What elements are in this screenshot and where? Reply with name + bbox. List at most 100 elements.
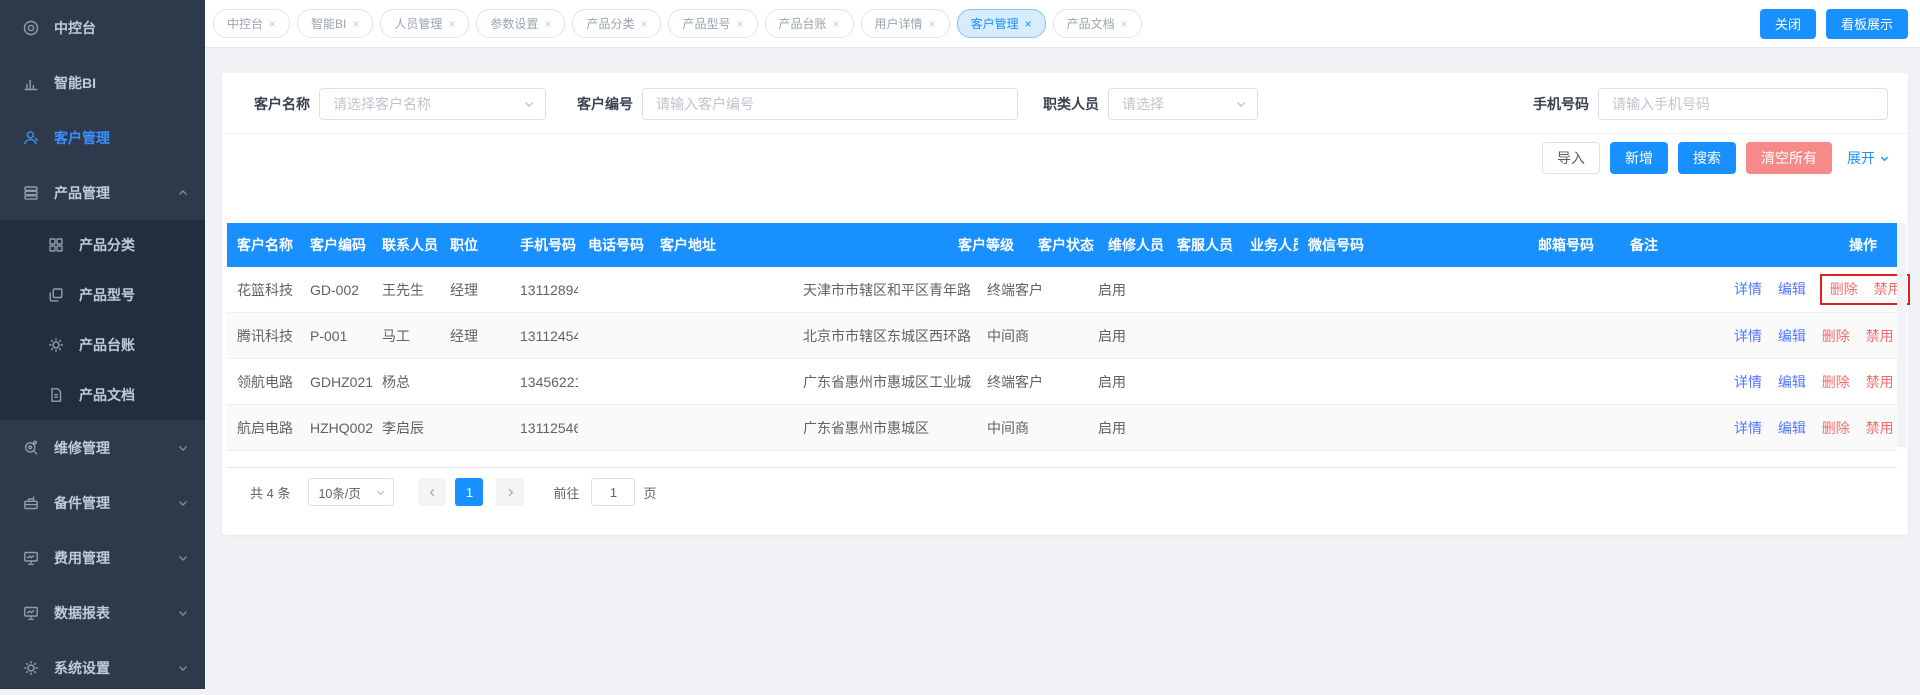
actions-cell: 详情 编辑 删除 禁用: [1712, 267, 1897, 313]
presentation-board-icon: [21, 603, 41, 623]
col-header: 备注: [1620, 223, 1712, 267]
table-cell: [1298, 267, 1528, 313]
horizontal-scrollbar[interactable]: [227, 451, 1897, 468]
close-icon[interactable]: ×: [929, 18, 936, 30]
edit-link[interactable]: 编辑: [1778, 328, 1806, 344]
close-icon[interactable]: ×: [1025, 18, 1032, 30]
close-icon[interactable]: ×: [640, 18, 647, 30]
tab-product-ledger[interactable]: 产品台账×: [765, 9, 854, 38]
tab-customer-mgmt[interactable]: 客户管理×: [957, 9, 1046, 38]
close-icon[interactable]: ×: [833, 18, 840, 30]
close-page-button[interactable]: 关闭: [1760, 9, 1816, 39]
sidebar-item-smart-bi[interactable]: 智能BI: [0, 55, 205, 110]
delete-link[interactable]: 删除: [1822, 328, 1850, 344]
toolbox-icon: [21, 493, 41, 513]
detail-link[interactable]: 详情: [1734, 420, 1762, 436]
sidebar-submenu-product: 产品分类 产品型号 产品台账 产品文档: [0, 220, 205, 420]
clear-all-button[interactable]: 清空所有: [1746, 142, 1832, 174]
tab-product-doc[interactable]: 产品文档×: [1053, 9, 1142, 38]
sidebar-item-expense-mgmt[interactable]: 费用管理: [0, 530, 205, 585]
prev-page-button[interactable]: [418, 478, 446, 506]
field-label: 职类人员: [1039, 94, 1099, 114]
sidebar-item-data-report[interactable]: 数据报表: [0, 585, 205, 640]
col-header: 客户状态: [1028, 223, 1098, 267]
gear-icon: [21, 658, 41, 678]
current-page-button[interactable]: 1: [455, 478, 483, 506]
detail-link[interactable]: 详情: [1734, 374, 1762, 390]
sidebar-item-repair-mgmt[interactable]: 维修管理: [0, 420, 205, 475]
board-display-button[interactable]: 看板展示: [1826, 9, 1908, 39]
table-cell: [1240, 405, 1298, 451]
tab-console[interactable]: 中控台 ×: [213, 9, 290, 38]
gear-icon: [46, 335, 66, 355]
sidebar-item-label: 数据报表: [54, 603, 110, 623]
sidebar-item-product-model[interactable]: 产品型号: [0, 270, 205, 320]
col-header: 联系人员: [372, 223, 440, 267]
edit-link[interactable]: 编辑: [1778, 420, 1806, 436]
sidebar-item-label: 费用管理: [54, 548, 110, 568]
tab-personnel-mgmt[interactable]: 人员管理×: [380, 9, 469, 38]
next-page-button[interactable]: [496, 478, 524, 506]
sidebar-item-console[interactable]: 中控台: [0, 0, 205, 55]
delete-link[interactable]: 删除: [1822, 374, 1850, 390]
vertical-scrollbar-gutter[interactable]: [1897, 223, 1907, 447]
disable-link[interactable]: 禁用: [1866, 374, 1894, 390]
disable-link[interactable]: 禁用: [1866, 420, 1894, 436]
customer-code-input[interactable]: [642, 88, 1018, 120]
col-header: 手机号码: [510, 223, 578, 267]
table-cell: [1240, 359, 1298, 405]
close-icon[interactable]: ×: [269, 18, 276, 30]
dashboard-icon: [21, 18, 41, 38]
search-button[interactable]: 搜索: [1678, 142, 1736, 174]
close-icon[interactable]: ×: [737, 18, 744, 30]
close-icon[interactable]: ×: [352, 18, 359, 30]
close-icon[interactable]: ×: [1121, 18, 1128, 30]
sidebar-item-customer-mgmt[interactable]: 客户管理: [0, 110, 205, 165]
detail-link[interactable]: 详情: [1734, 281, 1762, 297]
actions-cell: 详情 编辑 删除 禁用: [1712, 359, 1897, 405]
filter-customer-code: 客户编号: [573, 88, 1018, 120]
add-button[interactable]: 新增: [1610, 142, 1668, 174]
disable-link[interactable]: 禁用: [1866, 328, 1894, 344]
table-cell: 131125464...: [510, 405, 578, 451]
copy-icon: [46, 285, 66, 305]
edit-link[interactable]: 编辑: [1778, 281, 1806, 297]
tab-product-model[interactable]: 产品型号 ×: [668, 9, 757, 38]
pagination: 共 4 条 10条/页 1 前往 页: [250, 478, 657, 506]
staff-type-select[interactable]: 请选择: [1108, 88, 1258, 120]
sidebar-item-product-category[interactable]: 产品分类: [0, 220, 205, 270]
import-button[interactable]: 导入: [1542, 142, 1600, 174]
sidebar-item-product-mgmt[interactable]: 产品管理: [0, 165, 205, 220]
goto-page-input[interactable]: [591, 478, 635, 506]
tab-user-detail[interactable]: 用户详情×: [861, 9, 950, 38]
sidebar-item-spare-parts-mgmt[interactable]: 备件管理: [0, 475, 205, 530]
delete-link[interactable]: 删除: [1830, 281, 1858, 297]
tab-label: 中控台: [227, 15, 263, 32]
sidebar-item-product-doc[interactable]: 产品文档: [0, 370, 205, 420]
col-header: 微信号码: [1298, 223, 1528, 267]
close-icon[interactable]: ×: [544, 18, 551, 30]
table-cell: 李启辰: [372, 405, 440, 451]
delete-link[interactable]: 删除: [1822, 420, 1850, 436]
sidebar-item-system-settings[interactable]: 系统设置: [0, 640, 205, 695]
chevron-down-icon: [177, 497, 189, 509]
tab-label: 产品分类: [586, 15, 634, 32]
tab-smart-bi[interactable]: 智能BI×: [297, 9, 373, 38]
col-header-actions: 操作: [1712, 223, 1897, 267]
table-cell: [1298, 359, 1528, 405]
table-cell: GDHZ021...: [300, 359, 372, 405]
page-size-select[interactable]: 10条/页: [308, 478, 394, 506]
table-cell: [1528, 267, 1620, 313]
customer-name-select[interactable]: 请选择客户名称: [319, 88, 546, 120]
tab-product-category[interactable]: 产品分类 ×: [572, 9, 661, 38]
tab-label: 参数设置: [490, 15, 538, 32]
expand-link[interactable]: 展开: [1847, 148, 1890, 168]
detail-link[interactable]: 详情: [1734, 328, 1762, 344]
sidebar-item-product-ledger[interactable]: 产品台账: [0, 320, 205, 370]
mobile-input[interactable]: [1598, 88, 1888, 120]
edit-link[interactable]: 编辑: [1778, 374, 1806, 390]
tab-param-settings[interactable]: 参数设置 ×: [476, 9, 565, 38]
close-icon[interactable]: ×: [448, 18, 455, 30]
tab-label: 产品型号: [682, 15, 730, 32]
field-label: 客户名称: [250, 94, 310, 114]
